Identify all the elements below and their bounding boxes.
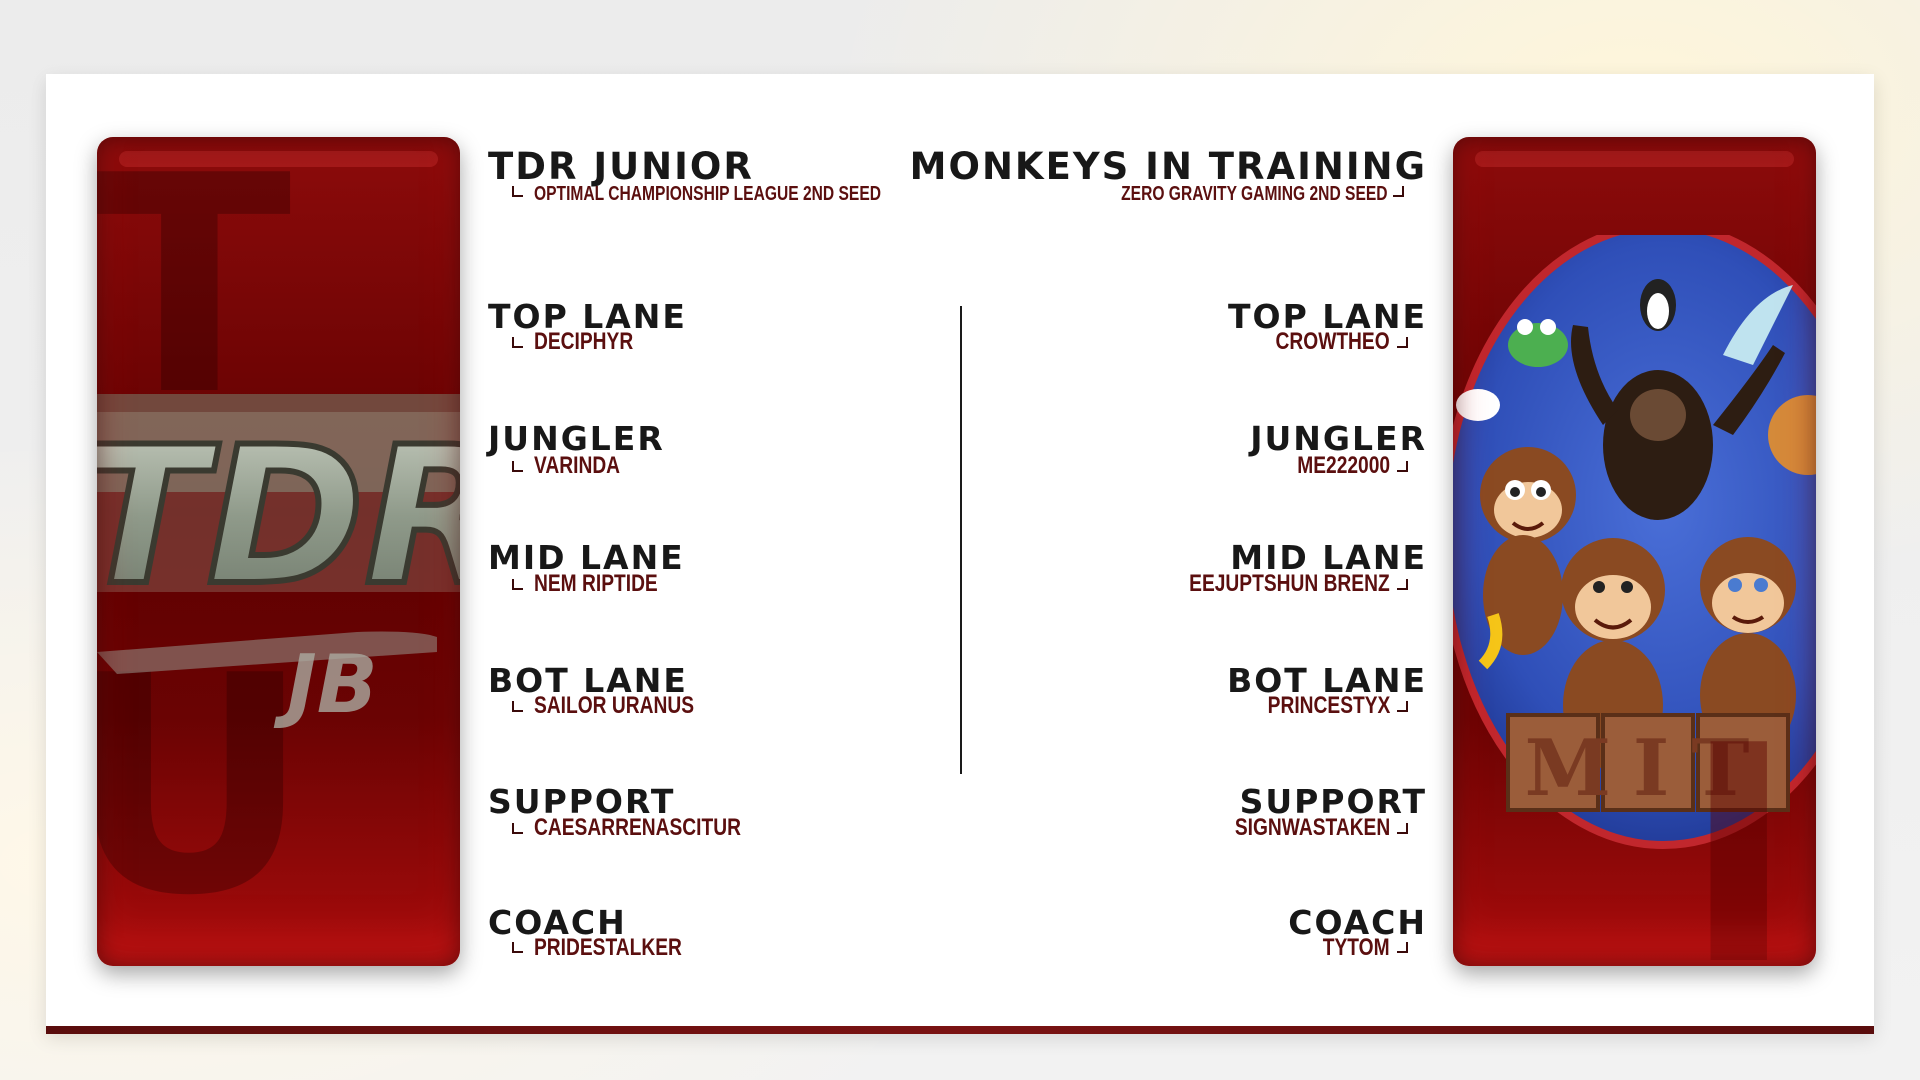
bracket-icon: [1397, 823, 1408, 834]
away-player-bot: PRINCESTYX: [1267, 692, 1390, 719]
home-player-top: DECIPHYR: [534, 328, 634, 355]
away-team-name: MONKEYS IN TRAINING: [909, 145, 1427, 188]
bracket-icon: [1397, 579, 1408, 590]
bracket-icon: [1397, 942, 1408, 953]
home-team-seed: OPTIMAL CHAMPIONSHIP LEAGUE 2ND SEED: [534, 183, 882, 205]
home-player-support: CAESARRENASCITUR: [534, 814, 741, 841]
home-player-mid: NEM RIPTIDE: [534, 570, 658, 597]
bracket-icon: [512, 337, 523, 348]
away-team-seed: ZERO GRAVITY GAMING 2ND SEED: [1121, 183, 1388, 205]
bracket-icon: [1393, 186, 1404, 197]
bracket-icon: [512, 579, 523, 590]
bracket-icon: [1397, 701, 1408, 712]
away-player-support: SIGNWASTAKEN: [1234, 814, 1390, 841]
bracket-icon: [512, 701, 523, 712]
away-player-mid: EEJUPTSHUN BRENZ: [1189, 570, 1390, 597]
away-player-jungle: ME222000: [1297, 452, 1390, 479]
card-bottom-accent: [46, 1026, 1874, 1034]
center-divider: [960, 306, 962, 774]
away-player-top: CROWTHEO: [1275, 328, 1390, 355]
panel-edge: [97, 137, 460, 966]
bracket-icon: [512, 942, 523, 953]
bracket-icon: [1397, 337, 1408, 348]
away-player-coach: TYTOM: [1323, 934, 1390, 961]
bracket-icon: [512, 823, 523, 834]
panel-edge: [1453, 137, 1816, 966]
bracket-icon: [512, 461, 523, 472]
home-role-jungle: JUNGLER: [488, 419, 665, 458]
away-team-logo-panel: MIT I: [1453, 137, 1816, 966]
home-team-name: TDR JUNIOR: [488, 145, 754, 188]
bracket-icon: [512, 186, 523, 197]
home-player-jungle: VARINDA: [534, 452, 621, 479]
home-player-bot: SAILOR URANUS: [534, 692, 695, 719]
away-role-jungle: JUNGLER: [1250, 419, 1427, 458]
bracket-icon: [1397, 461, 1408, 472]
home-team-logo-panel: T U TDR JB: [97, 137, 460, 966]
home-player-coach: PRIDESTALKER: [534, 934, 682, 961]
